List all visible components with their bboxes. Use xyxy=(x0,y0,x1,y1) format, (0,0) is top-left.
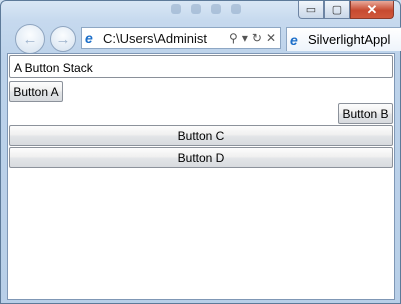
close-button[interactable]: ✕ xyxy=(350,1,394,19)
button-c[interactable]: Button C xyxy=(9,125,393,146)
back-arrow-icon: ← xyxy=(22,30,38,48)
tab-silverlight-app[interactable]: e SilverlightAppl xyxy=(286,27,401,51)
page-content: A Button Stack Button A Button B Button … xyxy=(7,53,395,300)
close-icon: ✕ xyxy=(366,1,378,17)
address-bar[interactable]: e C:\Users\Administ ⚲ ▾ ↻ ✕ xyxy=(81,27,281,49)
forward-button[interactable]: → xyxy=(50,26,76,52)
maximize-button[interactable]: ▢ xyxy=(324,1,350,19)
stack-title-label: A Button Stack xyxy=(9,55,393,78)
minimize-button[interactable]: ▭ xyxy=(298,1,324,19)
refresh-icon[interactable]: ↻ xyxy=(252,31,262,45)
ie-tab-icon: e xyxy=(290,31,298,48)
button-a[interactable]: Button A xyxy=(9,81,63,102)
window-caption-buttons: ▭ ▢ ✕ xyxy=(298,1,394,20)
ie-page-icon: e xyxy=(85,30,93,46)
forward-arrow-icon: → xyxy=(55,30,71,48)
minimize-icon: ▭ xyxy=(305,4,317,16)
address-text[interactable]: C:\Users\Administ xyxy=(103,31,229,46)
background-icons xyxy=(171,4,241,14)
browser-window: ▭ ▢ ✕ ← → e C:\Users\Administ ⚲ ▾ ↻ ✕ e … xyxy=(0,0,401,304)
back-button[interactable]: ← xyxy=(15,24,45,54)
search-icon[interactable]: ⚲ xyxy=(229,31,238,45)
maximize-icon: ▢ xyxy=(331,4,343,16)
tab-title: SilverlightAppl xyxy=(308,32,391,47)
dropdown-icon[interactable]: ▾ xyxy=(242,31,248,45)
button-d[interactable]: Button D xyxy=(9,147,393,168)
stop-icon[interactable]: ✕ xyxy=(266,31,276,45)
address-tools: ⚲ ▾ ↻ ✕ xyxy=(229,31,280,45)
button-b[interactable]: Button B xyxy=(338,103,393,124)
